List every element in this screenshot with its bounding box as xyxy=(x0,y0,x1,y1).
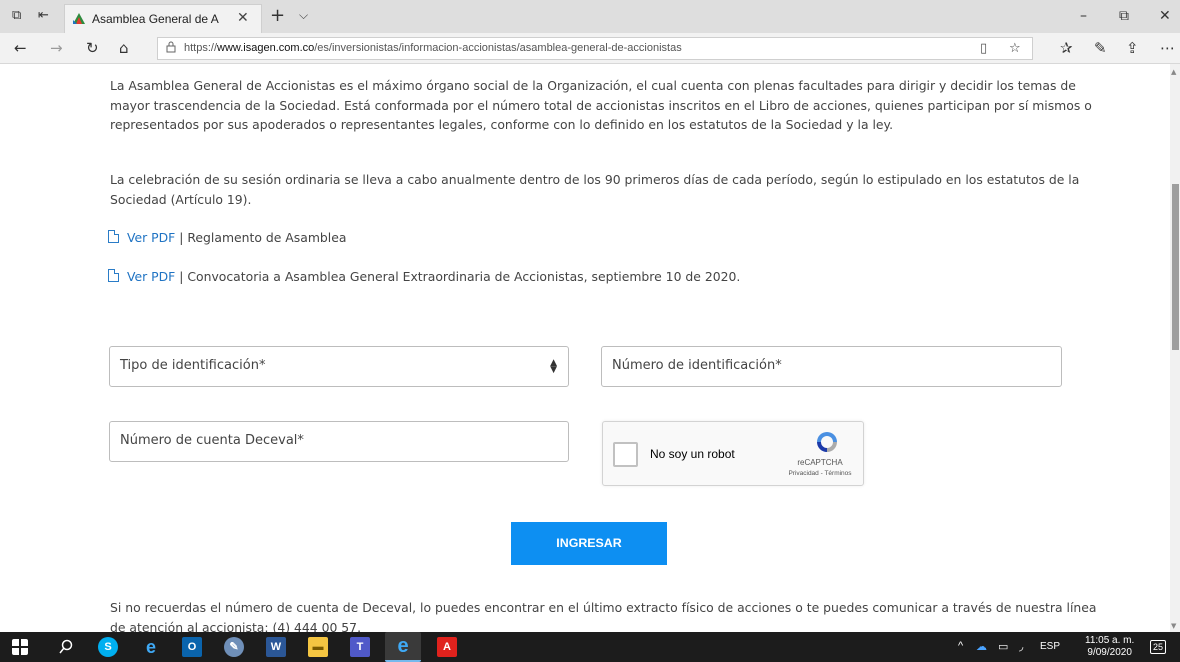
separator: | xyxy=(175,230,188,245)
search-icon[interactable] xyxy=(58,639,74,655)
acrobat-icon[interactable]: A xyxy=(437,637,457,657)
isagen-favicon-icon xyxy=(73,13,85,24)
page-content: La Asamblea General de Accionistas es el… xyxy=(0,64,1170,632)
document-row-reglamento: Ver PDF | Reglamento de Asamblea xyxy=(108,230,346,245)
share-icon[interactable]: ⇪ xyxy=(1126,39,1139,57)
tab-close-icon[interactable]: ✕ xyxy=(237,10,249,26)
maximize-icon[interactable]: ⧉ xyxy=(1119,8,1129,24)
ver-pdf-link[interactable]: Ver PDF xyxy=(127,230,175,245)
reading-view-icon[interactable]: ▯ xyxy=(980,41,987,56)
notifications-icon[interactable]: 25 xyxy=(1150,640,1167,654)
input-language[interactable]: ESP xyxy=(1040,641,1060,652)
refresh-icon[interactable]: ↻ xyxy=(86,39,99,57)
navigation-bar: ← → ↻ ⌂ https://www.isagen.com.co/es/inv… xyxy=(0,33,1180,64)
skype-icon[interactable]: S xyxy=(98,637,118,657)
clock[interactable]: 11:05 a. m. 9/09/2020 xyxy=(1085,635,1134,659)
active-tab[interactable]: Asamblea General de A ✕ xyxy=(64,4,262,33)
internet-explorer-icon[interactable]: e xyxy=(141,637,161,657)
back-icon[interactable]: ← xyxy=(14,39,27,57)
deceval-placeholder: Número de cuenta Deceval* xyxy=(120,433,304,448)
document-icon xyxy=(108,269,119,282)
outlook-icon[interactable]: O xyxy=(182,637,202,657)
id-number-input[interactable]: Número de identificación* xyxy=(601,346,1062,387)
id-type-placeholder: Tipo de identificación* xyxy=(120,358,266,373)
window-close-icon[interactable]: ✕ xyxy=(1159,8,1171,24)
document-title: Reglamento de Asamblea xyxy=(187,230,347,245)
recaptcha-logo-icon xyxy=(817,432,837,452)
lock-icon xyxy=(166,41,176,53)
windows-taskbar: S e O ✎ W ▬ T e A ^ ☁ ▭ ◞ ESP 11:05 a. m… xyxy=(0,632,1180,662)
clock-date: 9/09/2020 xyxy=(1087,647,1132,658)
windows-start-icon[interactable] xyxy=(12,639,28,655)
paint-icon[interactable]: ✎ xyxy=(224,637,244,657)
favorite-star-icon[interactable]: ☆ xyxy=(1009,41,1021,56)
tab-actions-icon[interactable]: ⧉ xyxy=(12,8,21,24)
forward-icon[interactable]: → xyxy=(50,39,63,57)
teams-icon[interactable]: T xyxy=(350,637,370,657)
onedrive-icon[interactable]: ☁ xyxy=(976,640,987,653)
document-title: Convocatoria a Asamblea General Extraord… xyxy=(187,269,741,284)
more-icon[interactable]: ⋯ xyxy=(1160,39,1175,57)
url-text: https://www.isagen.com.co/es/inversionis… xyxy=(184,42,682,54)
scroll-down-arrow-icon[interactable]: ▼ xyxy=(1171,622,1176,630)
ver-pdf-link[interactable]: Ver PDF xyxy=(127,269,175,284)
separator: | xyxy=(175,269,188,284)
show-hidden-icons-icon[interactable]: ^ xyxy=(958,640,963,652)
battery-icon[interactable]: ▭ xyxy=(998,640,1008,653)
home-icon[interactable]: ⌂ xyxy=(119,39,129,57)
recaptcha-widget: No soy un robot reCAPTCHA Privacidad - T… xyxy=(602,421,864,486)
minimize-icon[interactable]: – xyxy=(1080,8,1087,24)
tab-preview-chevron-icon[interactable]: ⌵ xyxy=(299,8,308,23)
set-tabs-aside-icon[interactable]: ⇤ xyxy=(38,8,49,24)
id-number-placeholder: Número de identificación* xyxy=(612,358,782,373)
wifi-icon[interactable]: ◞ xyxy=(1019,640,1023,653)
new-tab-icon[interactable]: + xyxy=(270,5,285,26)
recaptcha-label: No soy un robot xyxy=(650,447,735,461)
recaptcha-checkbox[interactable] xyxy=(613,442,638,467)
recaptcha-brand: reCAPTCHA xyxy=(797,458,843,467)
document-icon xyxy=(108,230,119,243)
ingresar-button[interactable]: INGRESAR xyxy=(511,522,667,565)
document-row-convocatoria: Ver PDF | Convocatoria a Asamblea Genera… xyxy=(108,269,740,284)
address-bar[interactable]: https://www.isagen.com.co/es/inversionis… xyxy=(157,37,1033,60)
recaptcha-privacy-links[interactable]: Privacidad - Términos xyxy=(778,470,862,477)
title-bar: ⧉ ⇤ Asamblea General de A ✕ + ⌵ – ⧉ ✕ xyxy=(0,0,1180,33)
deceval-account-input[interactable]: Número de cuenta Deceval* xyxy=(109,421,569,462)
scroll-up-arrow-icon[interactable]: ▲ xyxy=(1171,68,1176,76)
edge-icon[interactable]: e xyxy=(385,632,421,662)
word-icon[interactable]: W xyxy=(266,637,286,657)
clock-time: 11:05 a. m. xyxy=(1085,635,1135,646)
scroll-thumb[interactable] xyxy=(1172,184,1179,350)
page-scrollbar[interactable]: ▲ ▼ xyxy=(1170,64,1180,632)
file-explorer-icon[interactable]: ▬ xyxy=(308,637,328,657)
deceval-help-paragraph: Si no recuerdas el número de cuenta de D… xyxy=(110,600,1097,632)
select-arrows-icon: ▲ ▼ xyxy=(550,358,557,375)
id-type-select[interactable]: Tipo de identificación* ▲ ▼ xyxy=(109,346,569,387)
session-paragraph: La celebración de su sesión ordinaria se… xyxy=(110,172,1080,207)
favorites-hub-icon[interactable]: ✰ xyxy=(1060,39,1073,57)
web-note-pen-icon[interactable]: ✎ xyxy=(1094,39,1107,57)
tab-title: Asamblea General de A xyxy=(92,12,219,26)
intro-paragraph: La Asamblea General de Accionistas es el… xyxy=(110,78,1092,132)
